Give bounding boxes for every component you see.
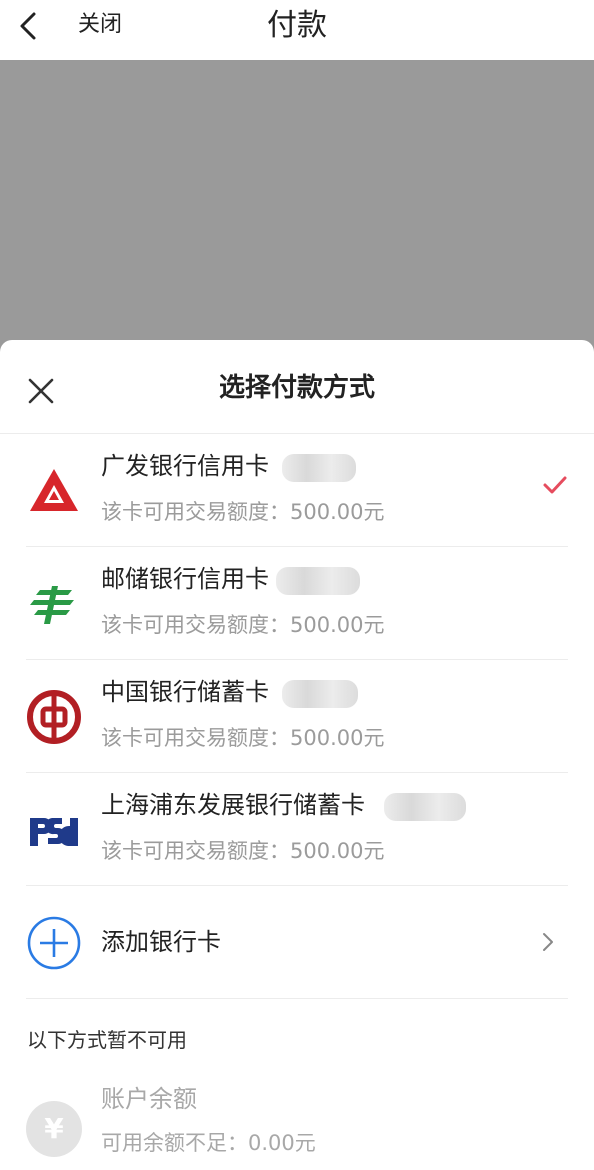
- masked-card-number: [282, 454, 356, 482]
- card-name: 广发银行信用卡: [101, 452, 269, 480]
- modal-overlay[interactable]: [0, 60, 594, 360]
- yuan-icon: ¥: [26, 1101, 82, 1157]
- add-bank-card-row[interactable]: 添加银行卡: [0, 886, 594, 999]
- card-option-cgb[interactable]: 广发银行信用卡 该卡可用交易额度：500.00元: [0, 434, 594, 547]
- card-option-psbc[interactable]: 邮储银行信用卡 该卡可用交易额度：500.00元: [0, 547, 594, 660]
- psbc-logo-icon: [30, 586, 74, 624]
- add-bank-card-label: 添加银行卡: [101, 928, 221, 956]
- top-bar: 关闭 付款: [0, 0, 594, 60]
- masked-card-number: [276, 567, 360, 595]
- card-option-boc[interactable]: 中国银行储蓄卡 该卡可用交易额度：500.00元: [0, 660, 594, 773]
- divider: [26, 998, 568, 999]
- page-title: 付款: [267, 8, 327, 43]
- card-name: 中国银行储蓄卡: [101, 678, 269, 706]
- chevron-right-icon: [543, 933, 553, 951]
- account-balance-option: ¥ 账户余额 可用余额不足：0.00元: [0, 1075, 594, 1170]
- card-name: 邮储银行信用卡: [101, 565, 269, 593]
- card-name: 上海浦东发展银行储蓄卡: [101, 791, 365, 819]
- spdb-logo-icon: [30, 818, 78, 846]
- card-limit: 该卡可用交易额度：500.00元: [101, 839, 385, 863]
- card-option-spdb[interactable]: 上海浦东发展银行储蓄卡 该卡可用交易额度：500.00元: [0, 773, 594, 886]
- card-limit: 该卡可用交易额度：500.00元: [101, 613, 385, 637]
- payment-method-sheet: 选择付款方式 广发银行信用卡 该卡可用交易额度：500.00元 邮储银行信用卡 …: [0, 340, 594, 1170]
- masked-card-number: [282, 680, 358, 708]
- check-icon: [543, 476, 567, 494]
- sheet-title: 选择付款方式: [218, 373, 375, 403]
- balance-label: 账户余额: [101, 1085, 197, 1113]
- balance-note: 可用余额不足：0.00元: [101, 1131, 316, 1155]
- plus-circle-icon: [27, 916, 81, 970]
- masked-card-number: [384, 793, 466, 821]
- card-limit: 该卡可用交易额度：500.00元: [101, 500, 385, 524]
- boc-logo-icon: [27, 690, 81, 744]
- cgb-logo-icon: [30, 469, 78, 511]
- card-limit: 该卡可用交易额度：500.00元: [101, 726, 385, 750]
- unavailable-section-title: 以下方式暂不可用: [27, 1028, 187, 1052]
